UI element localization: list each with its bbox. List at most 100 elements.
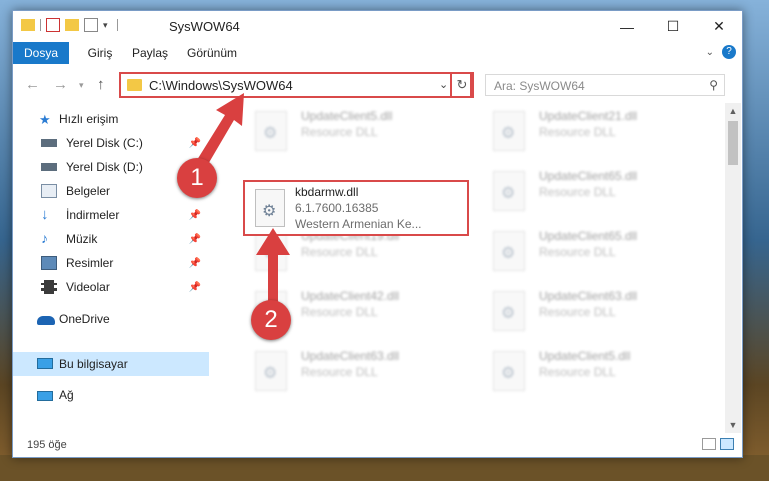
status-bar: 195 öğe bbox=[13, 433, 742, 457]
music-icon: ♪ bbox=[41, 230, 48, 246]
tab-home[interactable]: Giriş bbox=[79, 42, 121, 64]
file-item[interactable]: ⚙ UpdateClient65.dll Resource DLL bbox=[479, 223, 699, 279]
nav-label: İndirmeler bbox=[66, 208, 120, 222]
callout-1: 1 bbox=[177, 158, 217, 198]
drive-icon bbox=[41, 139, 57, 147]
file-description: Western Armenian Ke... bbox=[295, 217, 422, 231]
file-name: UpdateClient65.dll bbox=[539, 229, 638, 243]
minimize-button[interactable]: — bbox=[604, 11, 650, 42]
callout-2: 2 bbox=[251, 300, 291, 340]
folder-icon bbox=[127, 79, 142, 91]
file-item[interactable]: ⚙ UpdateClient63.dll Resource DLL bbox=[241, 343, 461, 399]
file-item[interactable]: ⚙ UpdateClient5.dll Resource DLL bbox=[479, 343, 699, 399]
tab-view[interactable]: Görünüm bbox=[181, 42, 243, 64]
file-list: ⚙ UpdateClient5.dll Resource DLL ⚙ Updat… bbox=[221, 103, 723, 433]
file-type: Resource DLL bbox=[539, 245, 616, 259]
back-arrow-icon[interactable]: ← bbox=[25, 76, 40, 93]
scroll-thumb[interactable] bbox=[728, 121, 738, 165]
file-name: UpdateClient63.dll bbox=[301, 349, 400, 363]
tab-file[interactable]: Dosya bbox=[13, 42, 69, 64]
file-name: UpdateClient42.dll bbox=[301, 289, 400, 303]
scroll-up-icon[interactable]: ▲ bbox=[725, 103, 741, 119]
nav-item-this-pc[interactable]: Bu bilgisayar bbox=[13, 352, 209, 376]
gear-icon: ⚙ bbox=[501, 365, 516, 382]
nav-item-videos[interactable]: Videolar 📌 bbox=[13, 275, 209, 299]
title-bar: ▾ SysWOW64 — ☐ ✕ bbox=[13, 11, 742, 42]
file-item[interactable]: ⚙ UpdateClient5.dll Resource DLL bbox=[241, 103, 461, 159]
help-icon[interactable]: ? bbox=[722, 45, 736, 59]
nav-item-downloads[interactable]: ↓ İndirmeler 📌 bbox=[13, 203, 209, 227]
chevron-down-icon[interactable]: ⌄ bbox=[439, 78, 448, 91]
cloud-icon bbox=[37, 316, 55, 325]
gear-icon: ⚙ bbox=[501, 305, 516, 322]
nav-label: Yerel Disk (D:) bbox=[66, 160, 143, 174]
file-type: Resource DLL bbox=[539, 125, 616, 139]
highlighted-file-item[interactable]: ⚙ kbdarmw.dll 6.1.7600.16385 Western Arm… bbox=[243, 180, 469, 236]
nav-item-pictures[interactable]: Resimler 📌 bbox=[13, 251, 209, 275]
file-name: UpdateClient65.dll bbox=[539, 169, 638, 183]
nav-label: Belgeler bbox=[66, 184, 111, 198]
chevron-down-icon[interactable]: ▾ bbox=[103, 20, 108, 31]
gear-icon: ⚙ bbox=[263, 365, 278, 382]
nav-item-quick-access[interactable]: ★ Hızlı erişim bbox=[13, 107, 209, 131]
file-name: UpdateClient5.dll bbox=[539, 349, 631, 363]
file-item[interactable]: ⚙ UpdateClient65.dll Resource DLL bbox=[479, 163, 699, 219]
pin-icon[interactable]: 📌 bbox=[189, 138, 201, 149]
ribbon-tabs: Dosya Giriş Paylaş Görünüm ⌄ ? bbox=[13, 42, 742, 65]
gear-icon: ⚙ bbox=[263, 245, 278, 262]
item-count: 195 öğe bbox=[27, 439, 67, 451]
address-path[interactable]: C:\Windows\SysWOW64 bbox=[149, 78, 293, 93]
large-icons-view-icon[interactable] bbox=[720, 438, 734, 450]
nav-label: Videolar bbox=[66, 280, 110, 294]
recent-locations-icon[interactable]: ▾ bbox=[79, 80, 84, 91]
details-view-icon[interactable] bbox=[702, 438, 716, 450]
folder-icon[interactable] bbox=[21, 19, 35, 31]
file-version: 6.1.7600.16385 bbox=[295, 201, 379, 215]
pin-icon[interactable]: 📌 bbox=[189, 234, 201, 245]
properties-icon[interactable] bbox=[46, 18, 60, 32]
gear-icon: ⚙ bbox=[501, 185, 516, 202]
customize-qat-icon[interactable] bbox=[84, 18, 98, 32]
file-name: UpdateClient21.dll bbox=[539, 109, 638, 123]
nav-label: Bu bilgisayar bbox=[59, 357, 128, 371]
file-item[interactable]: ⚙ UpdateClient21.dll Resource DLL bbox=[479, 103, 699, 159]
file-type: Resource DLL bbox=[301, 365, 378, 379]
gear-icon: ⚙ bbox=[501, 125, 516, 142]
pin-icon[interactable]: 📌 bbox=[189, 282, 201, 293]
pictures-icon bbox=[41, 256, 57, 270]
nav-item-network[interactable]: Ağ bbox=[13, 383, 209, 407]
star-icon: ★ bbox=[39, 112, 51, 127]
new-folder-icon[interactable] bbox=[65, 19, 79, 31]
address-row: ← → ▾ ↑ C:\Windows\SysWOW64 ⌄ ↻ Ara: Sys… bbox=[13, 64, 742, 102]
nav-item-drive-c[interactable]: Yerel Disk (C:) 📌 bbox=[13, 131, 209, 155]
pin-icon[interactable]: 📌 bbox=[189, 258, 201, 269]
file-name: kbdarmw.dll bbox=[295, 185, 359, 199]
nav-label: Yerel Disk (C:) bbox=[66, 136, 143, 150]
vertical-scrollbar[interactable]: ▲ ▼ bbox=[725, 103, 741, 433]
forward-arrow-icon[interactable]: → bbox=[53, 76, 68, 93]
up-arrow-icon[interactable]: ↑ bbox=[97, 76, 105, 93]
pin-icon[interactable]: 📌 bbox=[189, 210, 201, 221]
refresh-button[interactable]: ↻ bbox=[450, 72, 474, 98]
gear-icon: ⚙ bbox=[263, 125, 278, 142]
file-type: Resource DLL bbox=[539, 365, 616, 379]
maximize-button[interactable]: ☐ bbox=[650, 11, 696, 42]
nav-item-onedrive[interactable]: OneDrive bbox=[13, 307, 209, 331]
tab-share[interactable]: Paylaş bbox=[127, 42, 173, 64]
file-type: Resource DLL bbox=[539, 185, 616, 199]
close-button[interactable]: ✕ bbox=[696, 11, 742, 42]
search-input[interactable]: Ara: SysWOW64 ⚲ bbox=[485, 74, 725, 96]
drive-icon bbox=[41, 163, 57, 171]
documents-icon bbox=[41, 184, 57, 198]
scroll-down-icon[interactable]: ▼ bbox=[725, 417, 741, 433]
address-bar[interactable]: C:\Windows\SysWOW64 ⌄ bbox=[119, 72, 472, 98]
nav-item-music[interactable]: ♪ Müzik 📌 bbox=[13, 227, 209, 251]
search-placeholder: Ara: SysWOW64 bbox=[494, 79, 585, 93]
file-type: Resource DLL bbox=[539, 305, 616, 319]
separator bbox=[116, 19, 118, 31]
nav-label: Resimler bbox=[66, 256, 114, 270]
search-icon[interactable]: ⚲ bbox=[709, 78, 718, 92]
file-item[interactable]: ⚙ UpdateClient63.dll Resource DLL bbox=[479, 283, 699, 339]
gear-icon: ⚙ bbox=[501, 245, 516, 262]
expand-ribbon-icon[interactable]: ⌄ bbox=[706, 47, 714, 58]
